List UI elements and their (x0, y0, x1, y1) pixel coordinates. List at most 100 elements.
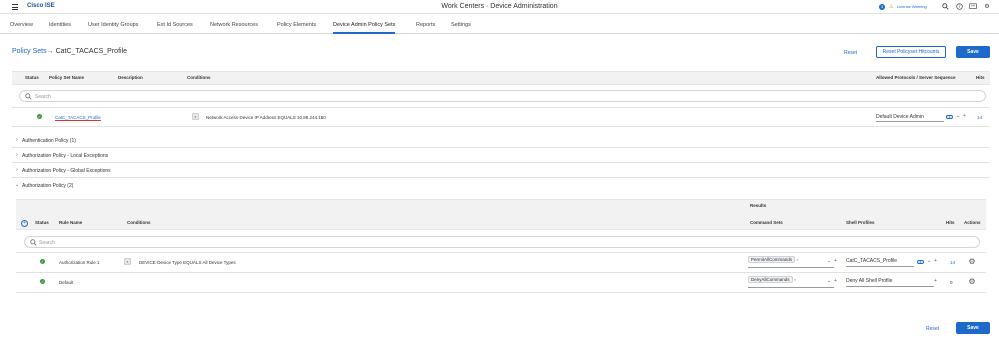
divider (12, 147, 990, 148)
chevron-right-icon[interactable]: › (16, 152, 18, 158)
rule-condition: DEVICE·Device Type EQUALS All Device Typ… (139, 260, 236, 265)
tab-network-resources[interactable]: Network Resources (210, 17, 258, 34)
search-icon (30, 239, 37, 248)
col-status: Status (35, 220, 49, 225)
policy-set-search-input[interactable]: Search (19, 90, 986, 102)
condition-device-icon: ▪ (124, 258, 131, 265)
policy-set-table-header (12, 71, 990, 85)
top-bar: Cisco ISE Work Centers · Device Administ… (0, 0, 999, 14)
remove-chip-icon[interactable]: × (796, 257, 798, 262)
save-button-top[interactable]: Save (956, 46, 990, 58)
shell-profile-select[interactable]: Deny All Shell Profile (846, 278, 934, 287)
divider (12, 162, 990, 163)
authz-table-header (16, 199, 986, 230)
shell-profile-select[interactable]: CatC_TACACS_Profile (846, 258, 914, 267)
app-title: Work Centers · Device Administration (441, 3, 558, 10)
col-allowed-protocols: Allowed Protocols / Server Sequence (876, 75, 956, 80)
tab-reports[interactable]: Reports (416, 17, 435, 34)
command-set-select[interactable]: DenyAllCommands × (748, 276, 834, 288)
divider (12, 107, 990, 108)
divider (16, 252, 986, 253)
reset-hitcounts-button[interactable]: Reset Policyset Hitcounts (876, 46, 946, 58)
plus-icon[interactable]: + (934, 278, 937, 284)
col-conditions: Conditions (187, 75, 211, 80)
plus-circle-icon[interactable]: + (21, 220, 28, 227)
reset-button-top[interactable]: Reset (844, 50, 857, 56)
policy-set-name[interactable]: CatC_TACACS_Profile (55, 115, 101, 120)
section-authentication-policy[interactable]: Authentication Policy (1) (22, 138, 76, 144)
chevron-down-icon[interactable]: ⌄ (927, 258, 931, 264)
license-warning-link[interactable]: License Warning (897, 4, 927, 9)
chevron-down-icon[interactable]: ⌄ (956, 113, 960, 119)
tab-user-identity-groups[interactable]: User Identity Groups (88, 17, 138, 34)
divider (12, 126, 990, 127)
plus-icon[interactable]: + (934, 258, 937, 264)
chevron-down-icon[interactable]: ⌄ (827, 278, 831, 284)
search-icon[interactable] (941, 3, 949, 11)
check-circle-icon: ✓ (37, 114, 42, 119)
plus-icon[interactable]: + (834, 258, 837, 264)
check-circle-icon: ✓ (40, 279, 45, 284)
link-icon[interactable]: ⊗ (917, 260, 924, 264)
col-rule-name: Rule Name (59, 220, 83, 225)
divider (16, 292, 986, 293)
col-hits: Hits (976, 75, 985, 80)
command-set-chip[interactable]: PermitAllCommands (748, 256, 796, 263)
warning-icon: ⚠ (889, 3, 894, 10)
allowed-protocol-select[interactable]: Default Device Admin (876, 114, 944, 122)
command-set-select[interactable]: PermitAllCommands × (748, 256, 834, 268)
rule-hits: 14 (950, 260, 956, 265)
gear-icon[interactable]: ⚙ (968, 278, 976, 286)
gear-icon[interactable]: ⚙ (968, 258, 976, 266)
plus-icon[interactable]: + (963, 113, 966, 119)
command-set-chip[interactable]: DenyAllCommands (748, 276, 793, 283)
help-icon[interactable]: ? (955, 3, 963, 11)
col-actions: Actions (964, 220, 981, 225)
tab-device-admin-policy-sets[interactable]: Device Admin Policy Sets (333, 17, 396, 34)
rule-hits: 0 (950, 280, 953, 285)
search-placeholder: Search (39, 240, 55, 246)
reset-button-bottom[interactable]: Reset (926, 326, 939, 332)
results-label: Results (750, 203, 767, 208)
col-hits: Hits (946, 220, 955, 225)
search-icon (25, 93, 32, 102)
link-icon[interactable]: ⊗ (946, 115, 953, 119)
section-authz-global-exceptions[interactable]: Authorization Policy - Global Exceptions (22, 168, 111, 174)
breadcrumb-current: CatC_TACACS_Profile (55, 48, 128, 55)
policy-set-hits: 14 (977, 115, 983, 120)
chevron-down-icon[interactable]: ⌄ (827, 258, 831, 264)
condition-device-icon: ▪ (192, 113, 199, 120)
col-command-sets: Command Sets (750, 220, 783, 225)
gear-icon[interactable]: ⚙ (983, 3, 991, 11)
save-button-bottom[interactable]: Save (956, 322, 990, 334)
breadcrumb: Policy Sets→ CatC_TACACS_Profile (12, 48, 127, 55)
tab-identities[interactable]: Identities (49, 17, 71, 34)
remove-chip-icon[interactable]: × (794, 277, 796, 282)
search-placeholder: Search (35, 94, 51, 100)
col-description: Description (118, 75, 143, 80)
tab-policy-elements[interactable]: Policy Elements (277, 17, 316, 34)
check-circle-icon: ✓ (40, 259, 45, 264)
col-conditions: Conditions (127, 220, 151, 225)
authz-search-input[interactable]: Search (24, 236, 980, 248)
rule-name[interactable]: Default (59, 280, 73, 285)
plus-icon[interactable]: + (834, 278, 837, 284)
divider (16, 272, 986, 273)
tab-ext-id-sources[interactable]: Ext Id Sources (157, 17, 193, 34)
col-status: Status (25, 75, 39, 80)
chevron-down-icon[interactable]: ⌄ (15, 182, 19, 188)
svg-text:?: ? (958, 4, 960, 9)
rule-name[interactable]: Authorization Rule 1 (59, 260, 100, 265)
breadcrumb-policy-sets-link[interactable]: Policy Sets (12, 48, 47, 55)
chevron-right-icon[interactable]: › (16, 167, 18, 173)
policy-set-condition: Network Access·Device IP Address EQUALS … (206, 115, 326, 120)
section-authorization-policy[interactable]: Authorization Policy (2) (22, 183, 73, 189)
tab-settings[interactable]: Settings (451, 17, 471, 34)
divider (12, 177, 990, 178)
tab-overview[interactable]: Overview (10, 17, 33, 34)
notifications-icon[interactable] (969, 3, 977, 11)
col-shell-profiles: Shell Profiles (846, 220, 875, 225)
notification-badge[interactable]: 3 (879, 4, 885, 10)
chevron-right-icon[interactable]: › (16, 137, 18, 143)
section-authz-local-exceptions[interactable]: Authorization Policy - Local Exceptions (22, 153, 108, 159)
